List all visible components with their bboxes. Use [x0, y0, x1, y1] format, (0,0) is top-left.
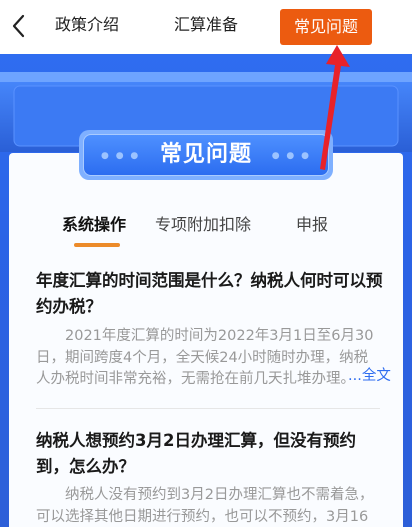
subtab-system-ops[interactable]: 系统操作	[62, 214, 126, 236]
subtab-special-deduction[interactable]: 专项附加扣除	[155, 214, 251, 236]
divider	[36, 408, 380, 409]
top-nav-bar: 政策介绍 汇算准备 常见问题	[0, 0, 412, 54]
read-more-link[interactable]: ...全文	[346, 366, 391, 388]
tab-faq[interactable]: 常见问题	[280, 9, 372, 45]
active-subtab-indicator	[74, 243, 120, 247]
tab-policy-intro[interactable]: 政策介绍	[55, 15, 119, 35]
faq-answer: 纳税人没有预约到3月2日办理汇算也不需着急，可以选择其他日期进行预约，也可以不预…	[36, 487, 374, 525]
chevron-left-icon	[12, 14, 25, 38]
subtab-declaration[interactable]: 申报	[296, 214, 328, 236]
faq-answer: 2021年度汇算的时间为2022年3月1日至6月30日，期间跨度4个月，全天候2…	[36, 328, 374, 387]
section-header: ● ● ● ● ● ● 常见问题	[79, 130, 333, 180]
section-title: 常见问题	[159, 142, 252, 167]
back-button[interactable]	[6, 10, 34, 42]
faq-question[interactable]: 纳税人想预约3月2日办理汇算，但没有预约到，怎么办？	[36, 428, 386, 480]
tab-settlement-prep[interactable]: 汇算准备	[174, 15, 238, 35]
red-arrow-icon	[310, 45, 350, 170]
faq-question[interactable]: 年度汇算的时间范围是什么？纳税人何时可以预约办税？	[36, 268, 386, 320]
